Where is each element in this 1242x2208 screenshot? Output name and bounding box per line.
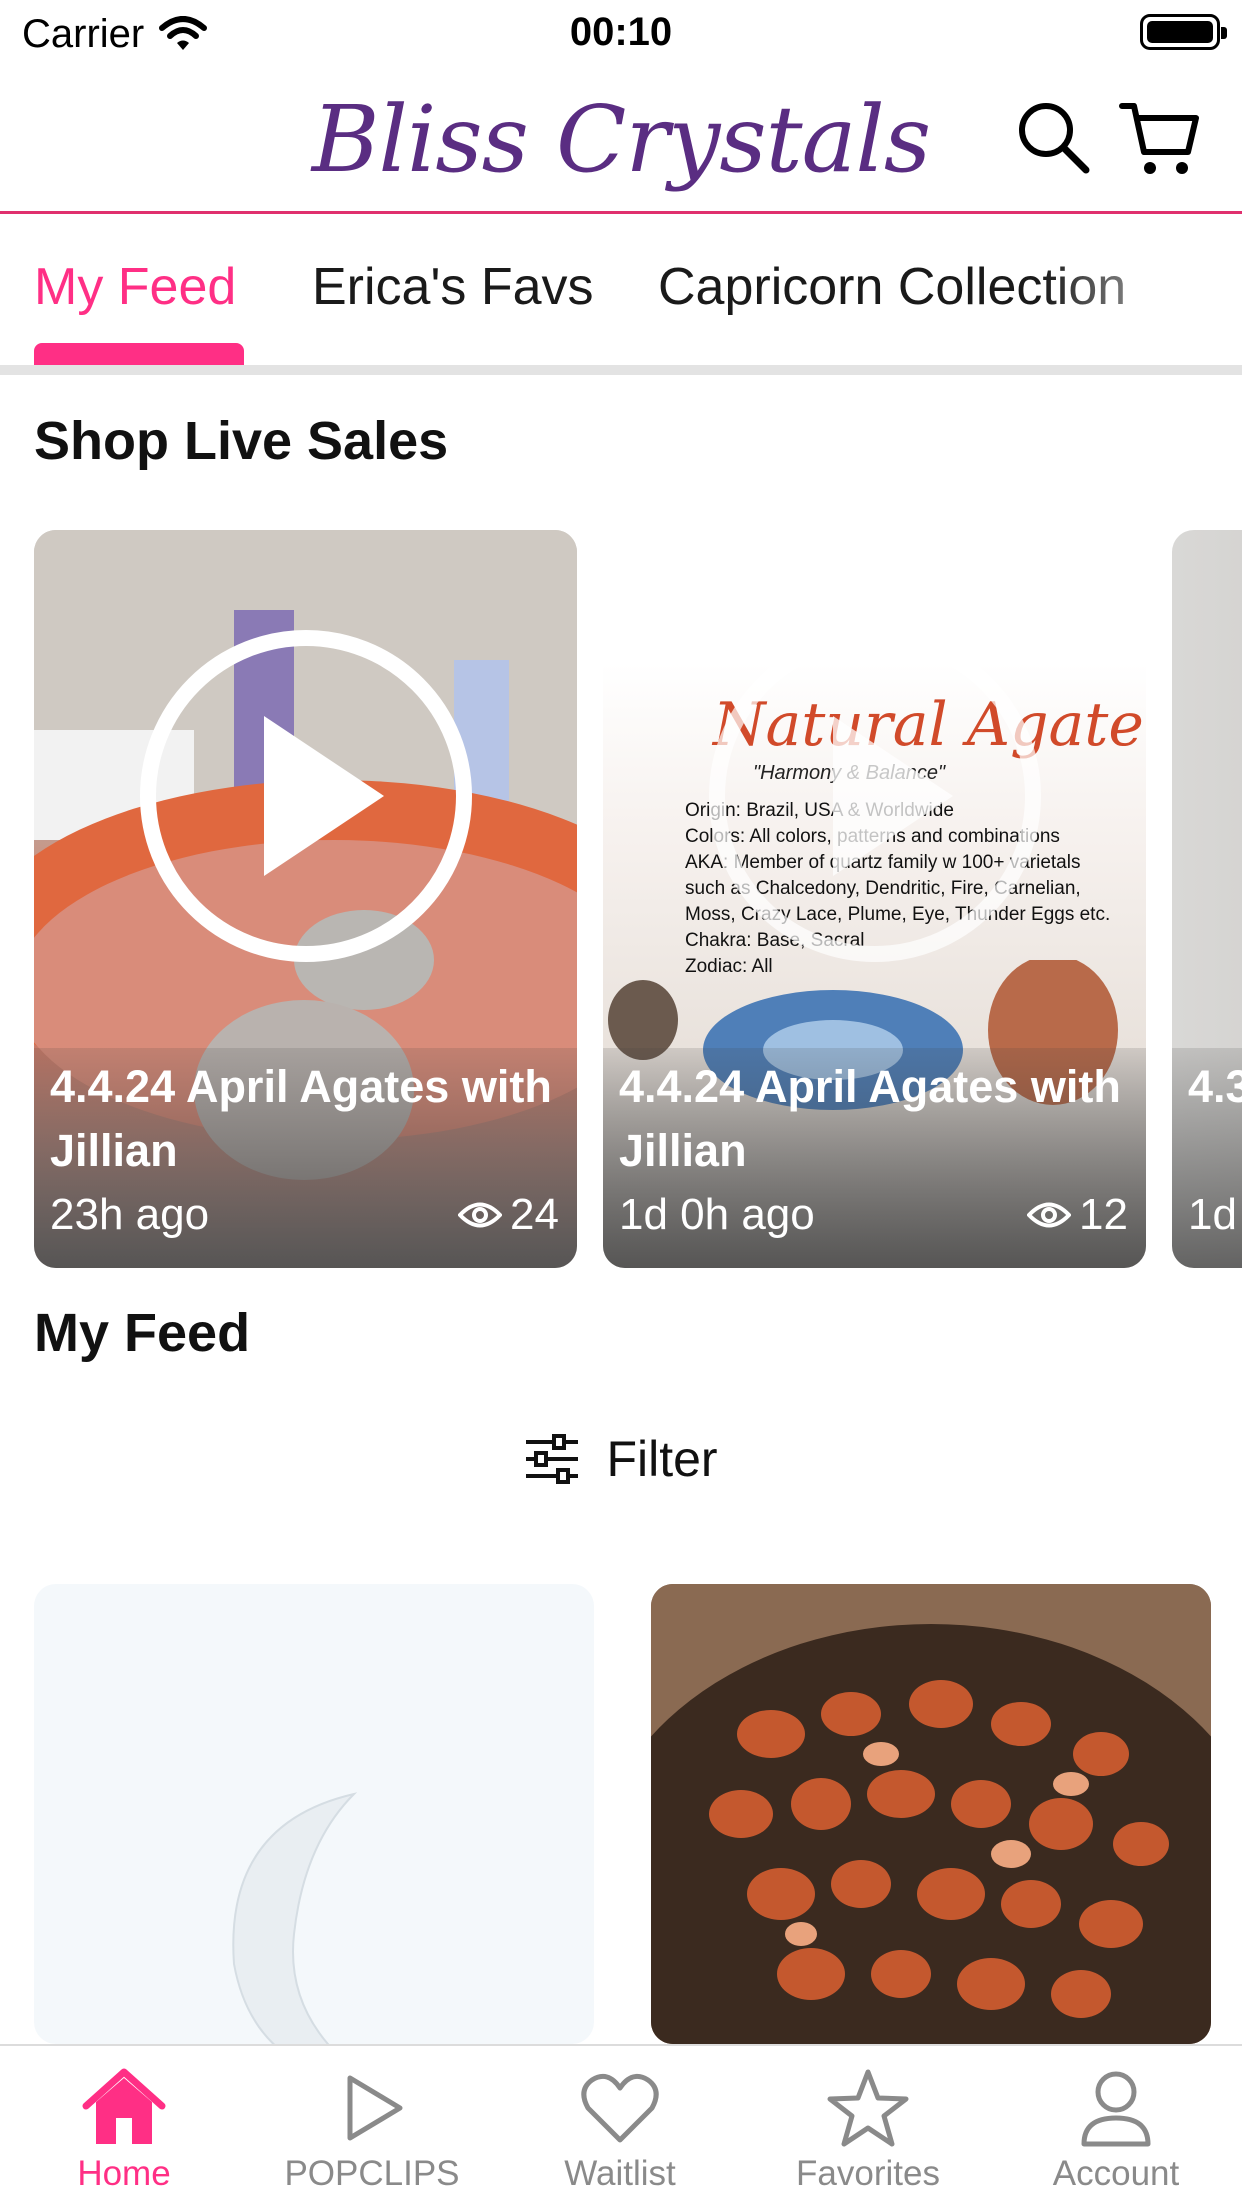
category-tabs: My Feed Erica's Favs Capricorn Collectio… [0,217,1242,365]
feed-item[interactable] [34,1584,594,2044]
bottom-tab-bar: Home POPCLIPS Waitlist Favorites Account [0,2044,1242,2208]
heart-icon [581,2073,659,2143]
tab-my-feed[interactable]: My Feed [34,257,236,317]
tab-ericas-favs[interactable]: Erica's Favs [312,257,594,317]
play-icon [833,716,953,876]
status-bar: Carrier 00:10 [0,0,1242,70]
tabbar-item-waitlist[interactable]: Waitlist [496,2046,744,2208]
live-sale-time: 1d 0h ago [619,1190,815,1239]
cart-button[interactable] [1118,96,1202,180]
tabbar-label: Waitlist [564,2154,676,2193]
app-header: Bliss Crystals [0,70,1242,214]
tabbar-label: Home [77,2154,171,2193]
clock: 00:10 [569,10,673,54]
tabbar-item-popclips[interactable]: POPCLIPS [248,2046,496,2208]
eye-icon [458,1202,503,1228]
live-sale-title: 4.4.24 April Agates with Jillian [50,1061,552,1176]
battery-icon [1140,14,1227,50]
tabbar-item-account[interactable]: Account [992,2046,1240,2208]
active-tab-indicator [34,343,244,365]
moon-crystal-image [232,1792,358,2044]
live-sale-views: 12 [1027,1190,1128,1240]
live-sales-carousel[interactable]: 4.4.24 April Agates with Jillian 23h ago… [0,530,1242,1268]
tabbar-label: Account [1052,2154,1180,2193]
tabbar-label: POPCLIPS [284,2154,460,2193]
tabbar-label: Favorites [796,2154,940,2193]
view-count: 12 [1079,1190,1128,1239]
feed-heading: My Feed [34,1303,251,1363]
live-sale-views: 24 [458,1190,559,1240]
live-sale-card[interactable]: 4.4.24 April Agates with Jillian 23h ago… [34,530,577,1268]
tabbar-item-home[interactable]: Home [0,2046,248,2208]
live-sale-title: 4.3 SA [1188,1061,1242,1112]
play-icon [264,716,384,876]
view-count: 24 [510,1190,559,1239]
feed-item[interactable] [651,1584,1211,2044]
live-sale-time: 23h ago [50,1190,210,1239]
eye-icon [1027,1202,1072,1228]
play-button[interactable] [709,630,1041,962]
carnelian-stones-image [651,1584,1211,2044]
filter-label: Filter [606,1431,718,1487]
search-button[interactable] [1012,96,1096,180]
play-icon [347,2075,403,2141]
star-icon [827,2069,909,2147]
tabs-fade [1042,217,1242,347]
live-sale-time: 1d [1188,1190,1237,1239]
live-sales-heading: Shop Live Sales [34,411,449,471]
cart-icon [1119,103,1199,174]
play-button[interactable] [140,630,472,962]
live-sale-card[interactable]: 4.3 SA 1d [1172,530,1242,1268]
tabbar-item-favorites[interactable]: Favorites [744,2046,992,2208]
sliders-icon [526,1434,579,1484]
live-sale-card[interactable]: Natural Agate "Harmony & Balance" Origin… [603,530,1146,1268]
tabs-divider [0,365,1242,375]
live-sale-title: 4.4.24 April Agates with Jillian [619,1061,1121,1176]
person-icon [1081,2071,1151,2147]
home-icon [82,2068,166,2144]
search-icon [1019,103,1090,174]
filter-button[interactable]: Filter [0,1424,1242,1494]
